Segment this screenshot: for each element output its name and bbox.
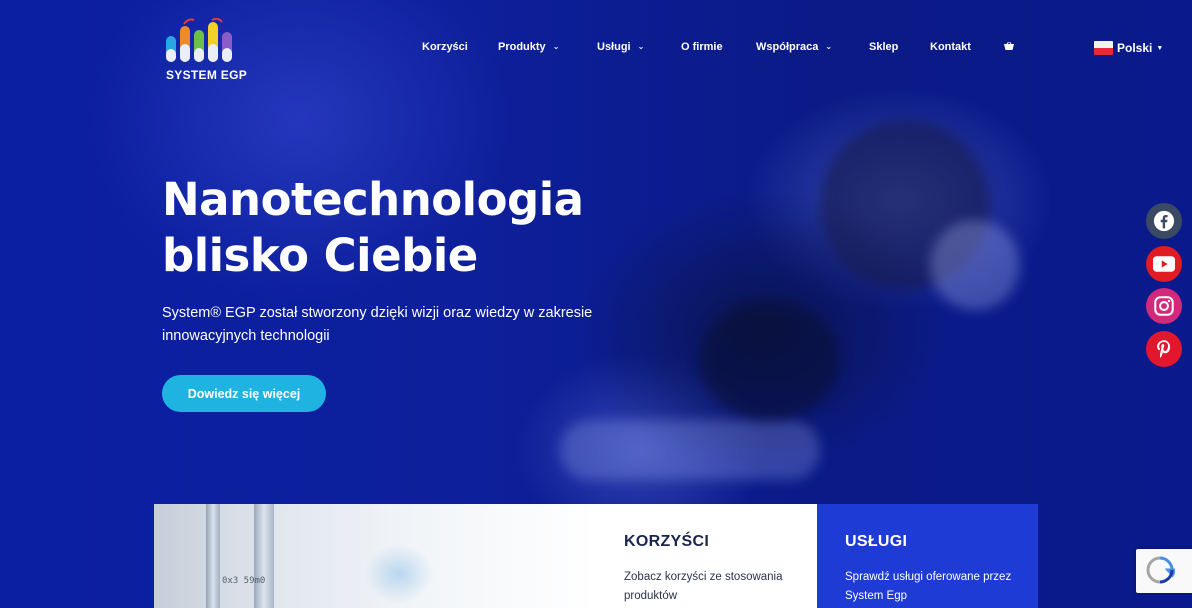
nav-item-wspolpraca[interactable]: Współpraca ⌄ bbox=[756, 39, 869, 55]
youtube-icon bbox=[1153, 256, 1175, 272]
facebook-button[interactable] bbox=[1146, 203, 1182, 239]
recaptcha-badge[interactable] bbox=[1136, 549, 1192, 593]
chevron-down-icon: ⌄ bbox=[552, 41, 560, 51]
lab-photo-card: 0x3 59m0 bbox=[154, 504, 596, 608]
basket-icon[interactable] bbox=[1004, 42, 1014, 50]
site-logo[interactable]: SYSTEM EGP bbox=[162, 14, 248, 84]
instagram-button[interactable] bbox=[1146, 288, 1182, 324]
caret-down-icon: ▼ bbox=[1156, 44, 1164, 52]
nav-item-kontakt[interactable]: Kontakt bbox=[930, 39, 990, 55]
benefits-card[interactable]: KORZYŚCI Zobacz korzyści ze stosowania p… bbox=[596, 504, 817, 608]
nav-item-label: Współpraca bbox=[756, 41, 819, 53]
services-card-text: Sprawdź usługi oferowane przez System Eg… bbox=[845, 571, 1012, 602]
photo-label: 0x3 59m0 bbox=[222, 576, 266, 586]
pinterest-button[interactable] bbox=[1146, 331, 1182, 367]
facebook-icon bbox=[1153, 210, 1175, 232]
benefits-card-title: KORZYŚCI bbox=[624, 533, 710, 550]
services-card-title: USŁUGI bbox=[845, 533, 908, 550]
chevron-down-icon: ⌄ bbox=[825, 41, 833, 51]
language-switcher[interactable]: Polski ▼ bbox=[1094, 41, 1163, 55]
nav-item-produkty[interactable]: Produkty ⌄ bbox=[498, 39, 597, 55]
nav-item-o-firmie[interactable]: O firmie bbox=[681, 39, 756, 55]
nav-item-sklep[interactable]: Sklep bbox=[869, 39, 930, 55]
test-tube-image bbox=[206, 504, 220, 608]
hero-title-line-2: blisko Ciebie bbox=[162, 229, 478, 282]
main-nav: Korzyści Produkty ⌄ Usługi ⌄ O firmie Ws… bbox=[422, 39, 990, 55]
nav-item-label: Usługi bbox=[597, 41, 631, 53]
nav-item-label: Sklep bbox=[869, 41, 899, 53]
pl-flag-icon bbox=[1094, 41, 1113, 55]
instagram-icon bbox=[1154, 296, 1174, 316]
nav-item-uslugi[interactable]: Usługi ⌄ bbox=[597, 39, 681, 55]
nav-item-label: Kontakt bbox=[930, 41, 971, 53]
pinterest-icon bbox=[1157, 340, 1171, 358]
test-tube-image bbox=[254, 504, 274, 608]
flask-image bbox=[364, 544, 434, 604]
nav-item-korzysci[interactable]: Korzyści bbox=[422, 39, 498, 55]
recaptcha-icon bbox=[1146, 556, 1175, 584]
benefits-card-text: Zobacz korzyści ze stosowania produktów bbox=[624, 571, 783, 602]
youtube-button[interactable] bbox=[1146, 246, 1182, 282]
microscope-body-blur bbox=[700, 300, 840, 420]
microscope-stage-blur bbox=[560, 420, 820, 480]
microscope-light-blur bbox=[930, 220, 1020, 310]
nav-item-label: O firmie bbox=[681, 41, 723, 53]
learn-more-button[interactable]: Dowiedz się więcej bbox=[162, 375, 326, 412]
nav-item-label: Korzyści bbox=[422, 41, 468, 53]
nav-item-label: Produkty bbox=[498, 41, 546, 53]
logo-capsules-icon bbox=[166, 18, 232, 62]
services-card[interactable]: USŁUGI Sprawdź usługi oferowane przez Sy… bbox=[817, 504, 1038, 608]
hero-subtitle: System® EGP został stworzony dzięki wizj… bbox=[162, 305, 593, 344]
hero-title: Nanotechnologia blisko Ciebie bbox=[162, 172, 682, 284]
logo-text: SYSTEM EGP bbox=[166, 68, 248, 82]
language-label: Polski bbox=[1117, 41, 1153, 55]
hero-title-line-1: Nanotechnologia bbox=[162, 173, 584, 226]
chevron-down-icon: ⌄ bbox=[637, 41, 645, 51]
